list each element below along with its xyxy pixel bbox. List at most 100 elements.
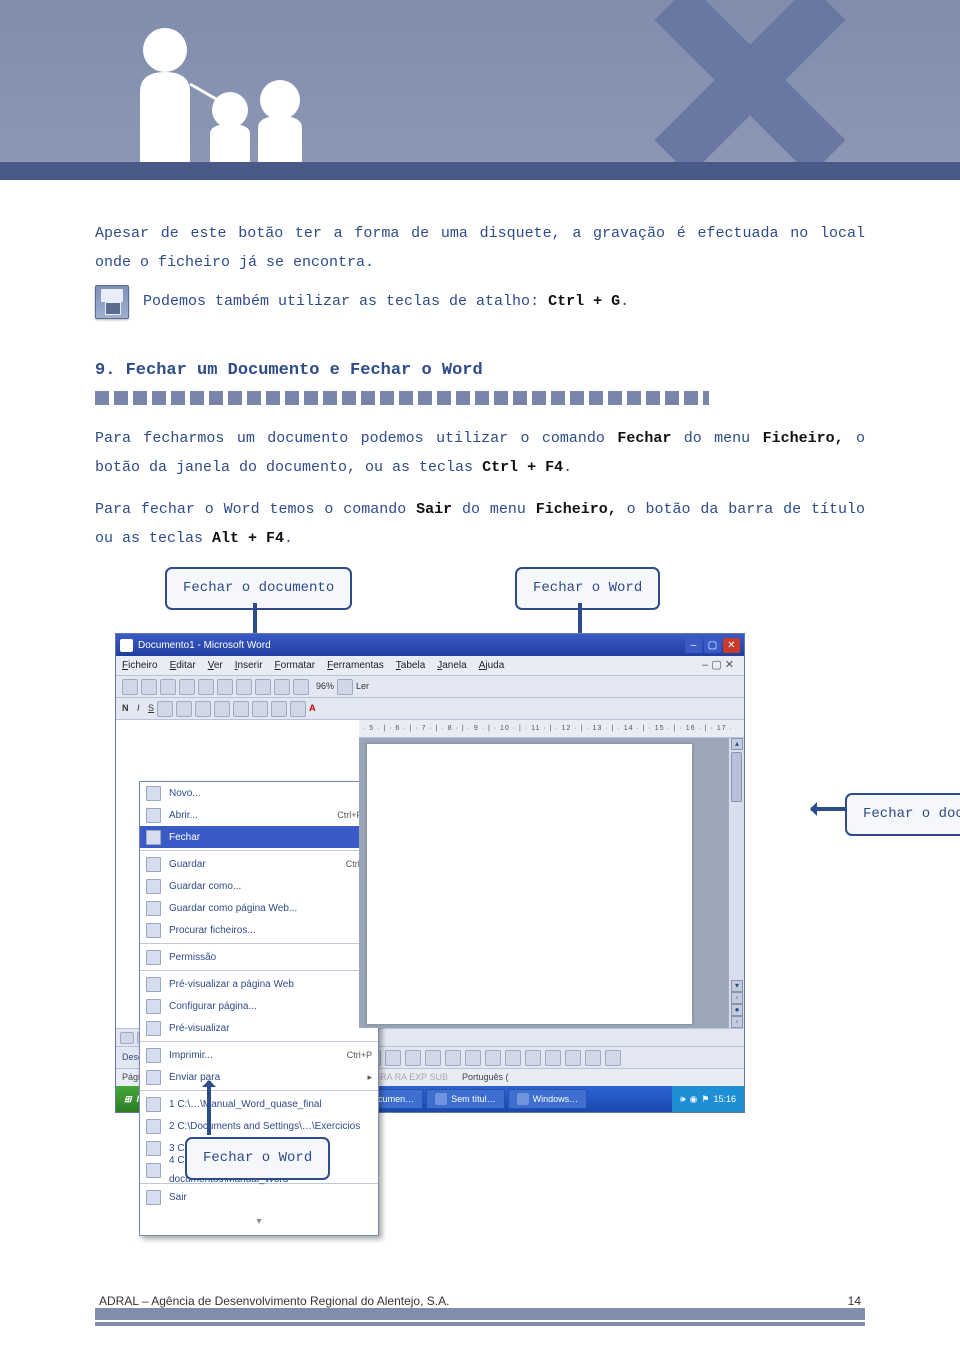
menu-item[interactable]: Guardar como... <box>140 875 378 897</box>
shadow-icon[interactable] <box>585 1050 601 1066</box>
view-normal-icon[interactable] <box>120 1032 134 1044</box>
toolbar-button[interactable] <box>233 701 249 717</box>
maximize-button[interactable]: ▢ <box>704 638 721 653</box>
menu-item-label: Pré-visualizar <box>169 1019 364 1038</box>
italic-icon[interactable]: I <box>137 700 140 717</box>
menu-item[interactable]: Pré-visualizar <box>140 1017 378 1039</box>
menu-item-icon <box>146 857 161 872</box>
toolbar-button[interactable] <box>255 679 271 695</box>
toolbar-button[interactable] <box>293 679 309 695</box>
menu-item[interactable]: Ferramentas <box>327 656 384 675</box>
menu-item[interactable]: GuardarCtrl+G <box>140 853 378 875</box>
menu-item-shortcut: ▸ <box>367 1069 372 1086</box>
toolbar-button[interactable] <box>198 679 214 695</box>
arrow-style-icon[interactable] <box>565 1050 581 1066</box>
formatting-toolbar[interactable]: N I S A <box>116 698 744 720</box>
toolbar-button[interactable] <box>176 701 192 717</box>
browse-select-icon[interactable]: ● <box>731 1004 743 1016</box>
menu-item[interactable]: Janela <box>437 656 466 675</box>
3d-icon[interactable] <box>605 1050 621 1066</box>
line-style-icon[interactable] <box>525 1050 541 1066</box>
toolbar-button[interactable] <box>195 701 211 717</box>
toolbar-button[interactable] <box>179 679 195 695</box>
browse-prev-icon[interactable]: ◦ <box>731 992 743 1004</box>
close-button[interactable]: ✕ <box>723 638 740 653</box>
toolbar-button[interactable] <box>252 701 268 717</box>
dash-icon[interactable] <box>545 1050 561 1066</box>
menu-item[interactable]: Ver <box>208 656 223 675</box>
taskbar-task[interactable]: Windows… <box>508 1089 588 1109</box>
system-tray[interactable]: 🕪 ◉ ⚑ 15:16 <box>672 1086 744 1112</box>
toolbar-button[interactable] <box>122 679 138 695</box>
diagram-icon[interactable] <box>405 1050 421 1066</box>
standard-toolbar[interactable]: 96% Ler <box>116 676 744 698</box>
menu-item[interactable]: Abrir...Ctrl+F12 <box>140 804 378 826</box>
scroll-up-icon[interactable]: ▴ <box>731 738 743 750</box>
shortcut-ctrl-f4: Ctrl + F4 <box>482 459 563 476</box>
read-button[interactable]: Ler <box>356 678 369 695</box>
menu-item[interactable]: Editar <box>170 656 196 675</box>
menu-item[interactable]: Procurar ficheiros... <box>140 919 378 941</box>
menu-item[interactable]: Ajuda <box>479 656 505 675</box>
document-page[interactable] <box>367 744 692 1024</box>
menu-item[interactable]: Pré-visualizar a página Web <box>140 973 378 995</box>
shortcut-alt-f4: Alt + F4 <box>212 530 284 547</box>
header-underline <box>0 162 960 180</box>
fill-icon[interactable] <box>465 1050 481 1066</box>
minimize-button[interactable]: – <box>685 638 702 653</box>
callout-close-doc: Fechar o documento <box>165 567 352 610</box>
line-color-icon[interactable] <box>485 1050 501 1066</box>
menu-item[interactable]: Permissão▸ <box>140 946 378 968</box>
menu-item[interactable]: Tabela <box>396 656 425 675</box>
zoom-value[interactable]: 96% <box>316 678 334 695</box>
font-color-icon[interactable]: A <box>309 700 316 717</box>
toolbar-button[interactable] <box>274 679 290 695</box>
menu-item[interactable]: Formatar <box>275 656 316 675</box>
menu-item[interactable]: Novo... <box>140 782 378 804</box>
underline-icon[interactable]: S <box>148 700 154 717</box>
picture-icon[interactable] <box>445 1050 461 1066</box>
menu-item[interactable]: Guardar como página Web... <box>140 897 378 919</box>
toolbar-button[interactable] <box>217 679 233 695</box>
toolbar-button[interactable] <box>271 701 287 717</box>
browse-next-icon[interactable]: ◦ <box>731 1016 743 1028</box>
scroll-down-icon[interactable]: ▾ <box>731 980 743 992</box>
toolbar-button[interactable] <box>214 701 230 717</box>
taskbar-task[interactable]: Sem títul… <box>426 1089 505 1109</box>
toolbar-button[interactable] <box>157 701 173 717</box>
expand-menu-icon[interactable]: ▾ <box>140 1208 378 1235</box>
toolbar-button[interactable] <box>236 679 252 695</box>
toolbar-button[interactable] <box>141 679 157 695</box>
toolbar-button[interactable] <box>160 679 176 695</box>
menu-item[interactable]: 2 C:\Documents and Settings\…\Exercicios <box>140 1115 378 1137</box>
toolbar-button[interactable] <box>290 701 306 717</box>
window-titlebar[interactable]: Documento1 - Microsoft Word – ▢ ✕ <box>116 634 744 656</box>
menu-item[interactable]: Imprimir...Ctrl+P <box>140 1044 378 1066</box>
toolbar-button[interactable] <box>337 679 353 695</box>
menu-bar[interactable]: Ficheiro Editar Ver Inserir Formatar Ferramen… <box>116 656 744 676</box>
title-left: Documento1 - Microsoft Word <box>120 636 271 655</box>
menu-item[interactable]: Configurar página... <box>140 995 378 1017</box>
tray-icon[interactable]: ◉ <box>690 1091 698 1108</box>
callout-label: Fechar o Word <box>185 1137 330 1180</box>
menu-item[interactable]: Fechar <box>140 826 378 848</box>
tray-icon[interactable]: 🕪 <box>680 1091 686 1108</box>
tray-icon[interactable]: ⚑ <box>701 1091 709 1108</box>
scroll-thumb[interactable] <box>731 752 742 802</box>
body-paragraph-1: Para fecharmos um documento podemos util… <box>95 425 865 482</box>
menu-item[interactable]: 1 C:\…\Manual_Word_quase_final <box>140 1093 378 1115</box>
doc-close-button[interactable]: – ▢ ✕ <box>698 655 738 676</box>
font-color-tool-icon[interactable] <box>505 1050 521 1066</box>
vertical-scrollbar[interactable]: ▴ ▾ ◦ ● ◦ <box>728 738 744 1028</box>
wordart-icon[interactable] <box>385 1050 401 1066</box>
menu-item[interactable]: Ficheiro <box>122 656 158 675</box>
ruler[interactable]: · 5 · | · 6 · | · 7 · | · 8 · | · 9 · | … <box>359 720 744 738</box>
clipart-icon[interactable] <box>425 1050 441 1066</box>
document-area[interactable]: ▴ ▾ ◦ ● ◦ <box>359 738 744 1028</box>
x-mark-icon <box>594 0 905 180</box>
menu-item[interactable]: Sair <box>140 1186 378 1208</box>
menu-item[interactable]: Enviar para▸ <box>140 1066 378 1088</box>
bold-icon[interactable]: N <box>122 700 129 717</box>
cmd-sair: Sair <box>416 501 452 518</box>
menu-item[interactable]: Inserir <box>235 656 263 675</box>
